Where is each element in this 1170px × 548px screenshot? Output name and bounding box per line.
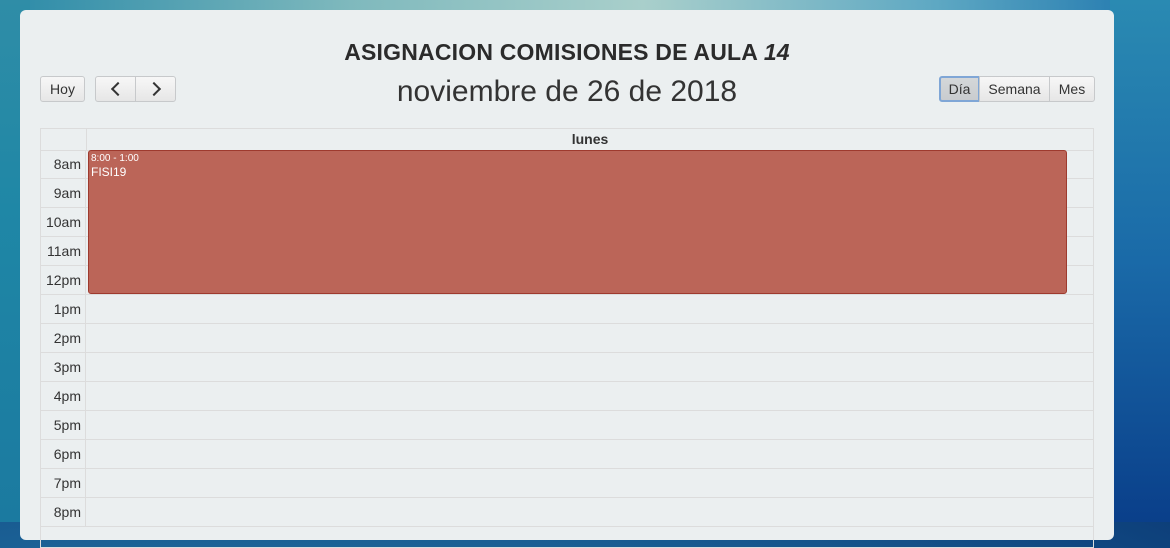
room-number: 14 bbox=[763, 39, 790, 65]
view-week-button[interactable]: Semana bbox=[979, 76, 1050, 102]
time-slot-label: 5pm bbox=[41, 411, 86, 440]
chevron-left-icon bbox=[110, 81, 125, 97]
time-slot-label: 8am bbox=[41, 150, 86, 179]
background-right bbox=[1110, 0, 1170, 522]
page-title: ASIGNACION COMISIONES DE AULA 14 bbox=[20, 39, 1114, 66]
prev-button[interactable] bbox=[95, 76, 136, 102]
time-slot-label: 12pm bbox=[41, 266, 86, 295]
time-slot-label: 6pm bbox=[41, 440, 86, 469]
today-button[interactable]: Hoy bbox=[40, 76, 85, 102]
time-slot-row[interactable]: 3pm bbox=[41, 353, 1093, 382]
time-slot-row[interactable]: 8pm bbox=[41, 498, 1093, 527]
calendar-panel: ASIGNACION COMISIONES DE AULA 14 noviemb… bbox=[20, 10, 1114, 548]
title-text: ASIGNACION COMISIONES DE AULA bbox=[344, 39, 764, 65]
time-slot-label: 11am bbox=[41, 237, 86, 266]
chevron-right-icon bbox=[146, 81, 161, 97]
time-slot-row[interactable]: 5pm bbox=[41, 411, 1093, 440]
time-slot-row[interactable]: 2pm bbox=[41, 324, 1093, 353]
time-slot-row[interactable]: 6pm bbox=[41, 440, 1093, 469]
calendar-event[interactable]: 8:00 - 1:00 FISI19 bbox=[88, 150, 1067, 294]
view-month-button[interactable]: Mes bbox=[1049, 76, 1095, 102]
time-slot-label: 7pm bbox=[41, 469, 86, 498]
time-slot-label: 1pm bbox=[41, 295, 86, 324]
event-time: 8:00 - 1:00 bbox=[91, 153, 139, 164]
time-slot-label: 2pm bbox=[41, 324, 86, 353]
time-slot-row[interactable]: 4pm bbox=[41, 382, 1093, 411]
grid-header: lunes bbox=[41, 129, 1093, 151]
time-slot-label: 10am bbox=[41, 208, 86, 237]
time-slot-label: 8pm bbox=[41, 498, 86, 527]
event-title: FISI19 bbox=[91, 165, 127, 179]
time-slot-row[interactable]: 7pm bbox=[41, 469, 1093, 498]
time-slot-label: 3pm bbox=[41, 353, 86, 382]
time-slot-row[interactable]: 1pm bbox=[41, 295, 1093, 324]
view-day-button[interactable]: Día bbox=[939, 76, 980, 102]
day-header: lunes bbox=[571, 131, 609, 147]
time-axis-header bbox=[41, 129, 87, 150]
time-slot-label: 9am bbox=[41, 179, 86, 208]
time-slot-label: 4pm bbox=[41, 382, 86, 411]
next-button[interactable] bbox=[135, 76, 176, 102]
